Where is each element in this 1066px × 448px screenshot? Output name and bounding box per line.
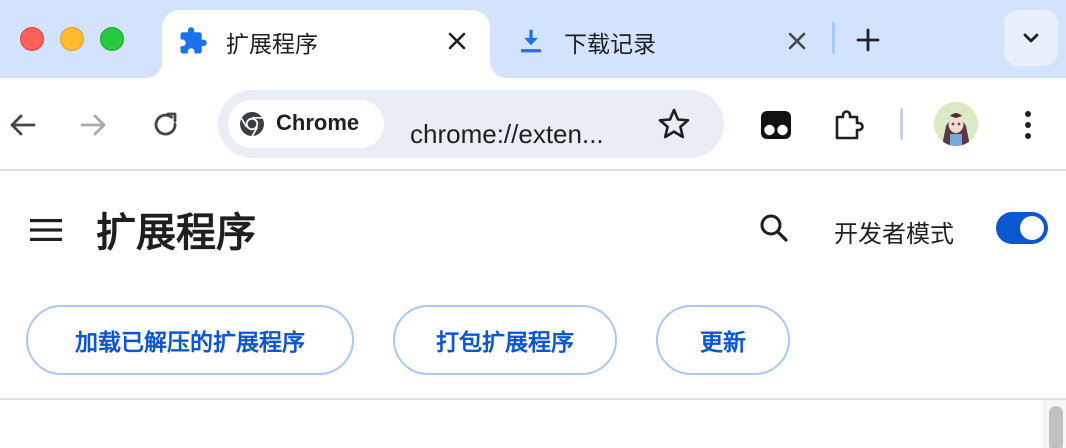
reload-icon [154,112,177,136]
close-icon [788,32,806,50]
forward-button[interactable] [72,104,114,146]
profile-avatar[interactable] [934,102,978,146]
load-unpacked-button[interactable]: 加载已解压的扩展程序 [26,305,354,375]
main-menu-button[interactable] [24,210,68,250]
puzzle-icon [835,110,864,140]
toolbar-separator [900,108,903,140]
site-info-chip[interactable]: Chrome chrome://exten... [228,100,604,150]
update-button[interactable]: 更新 [656,305,790,375]
plus-icon [856,28,880,52]
pack-extension-button[interactable]: 打包扩展程序 [393,305,617,375]
scrollbar-thumb[interactable] [1049,406,1063,448]
page-title: 扩展程序 [96,210,256,256]
back-arrow-icon [10,114,36,136]
window-close-button[interactable] [20,27,44,51]
download-icon [521,29,541,53]
content-divider [0,398,1066,400]
browser-menu-button[interactable] [1005,102,1051,148]
search-extensions-button[interactable] [752,206,796,250]
avatar-icon [934,102,978,146]
url-text[interactable]: chrome://exten... [410,119,604,150]
tab-strip: 扩展程序 下载记录 [0,0,1066,78]
bookmark-star-icon[interactable] [656,106,692,142]
tab-separator [832,22,835,54]
extension-glasses-icon [761,111,791,139]
tab-extensions[interactable]: 扩展程序 [162,10,490,78]
puzzle-icon [180,27,207,54]
extension-button[interactable] [753,102,799,148]
chip-label: Chrome [276,110,360,135]
window-minimize-button[interactable] [60,27,84,51]
hamburger-icon [30,219,62,241]
toggle-knob [1020,216,1044,240]
forward-arrow-icon [80,114,106,136]
close-tab-button[interactable] [780,24,814,58]
address-bar[interactable]: Chrome chrome://exten... [218,90,724,158]
extensions-menu-button[interactable] [826,102,872,148]
chrome-logo-icon [240,112,264,138]
chevron-down-icon [1023,33,1039,43]
tab-search-button[interactable] [1004,10,1058,66]
close-icon [448,32,466,50]
reload-button[interactable] [145,104,187,146]
developer-mode-toggle[interactable] [996,212,1048,244]
new-tab-button[interactable] [850,22,886,58]
toolbar: Chrome chrome://exten... [0,78,1066,171]
more-vert-icon [1025,111,1031,139]
window-zoom-button[interactable] [100,27,124,51]
scrollbar[interactable] [1044,400,1066,448]
search-icon [760,214,788,242]
tab-title: 扩展程序 [226,32,318,58]
tab-title: 下载记录 [564,32,656,58]
back-button[interactable] [2,104,44,146]
close-tab-button[interactable] [440,24,474,58]
tab-downloads[interactable]: 下载记录 [500,10,820,78]
developer-mode-label: 开发者模式 [834,220,954,248]
